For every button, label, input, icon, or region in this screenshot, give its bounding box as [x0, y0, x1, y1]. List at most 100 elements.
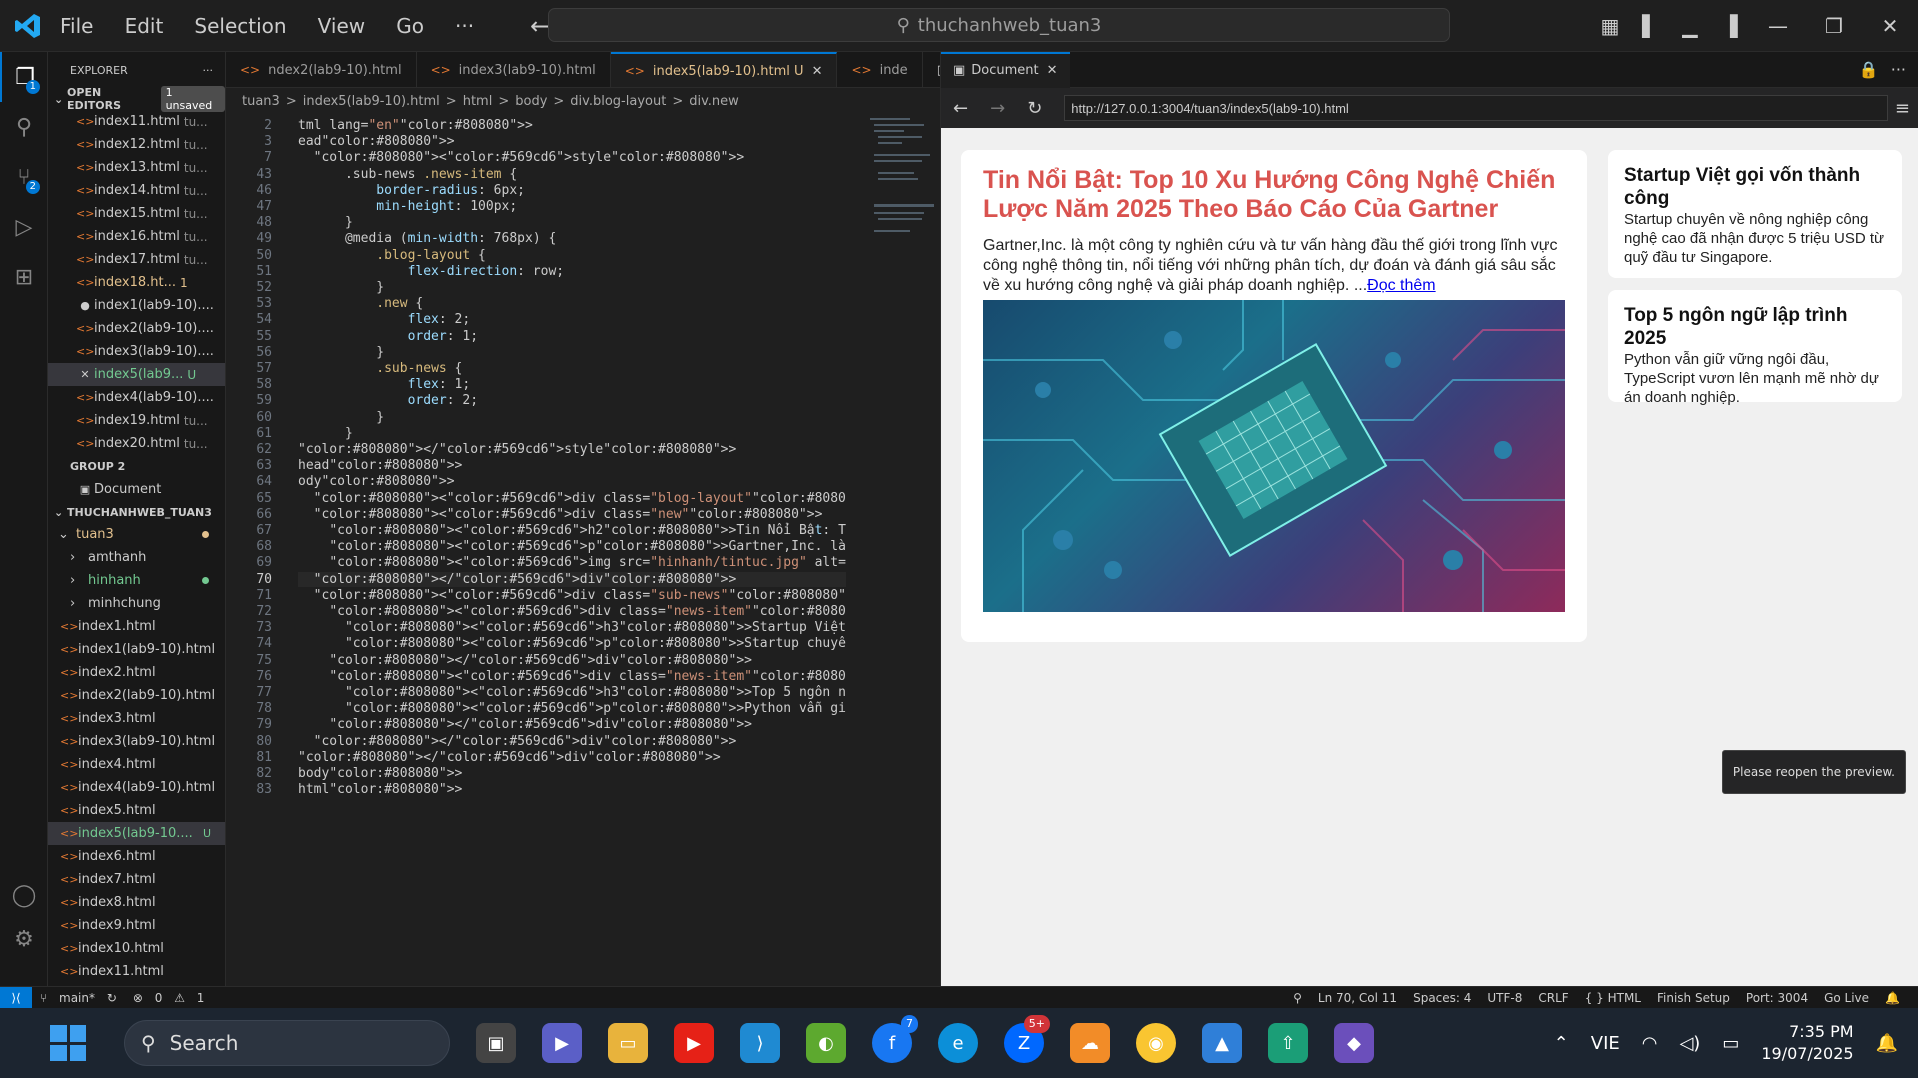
code-line[interactable]: tml lang="en""color:#808080">> [298, 118, 533, 133]
file-item[interactable]: <> index11.html [48, 960, 225, 983]
code-line[interactable]: "color:#808080"><"color:#569cd6">p"color… [298, 701, 846, 716]
minimap[interactable] [866, 114, 936, 274]
minimize-icon[interactable]: — [1750, 14, 1806, 38]
code-line[interactable]: "color:#808080"><"color:#569cd6">p"color… [298, 636, 846, 651]
code-line[interactable]: .sub-news .news-item { [298, 167, 517, 182]
code-line[interactable]: "color:#808080"><"color:#569cd6">p"color… [298, 539, 846, 554]
back-icon[interactable]: ← [953, 98, 968, 119]
code-line[interactable]: .sub-news { [298, 361, 462, 376]
file-item[interactable]: <> index3.html [48, 707, 225, 730]
menu-icon[interactable]: ≡ [1895, 98, 1910, 119]
group-2-document[interactable]: ▣ Document [48, 478, 225, 501]
file-item[interactable]: <> index8.html [48, 891, 225, 914]
search-view-icon[interactable]: ⚲ [0, 102, 48, 152]
code-line[interactable]: } [298, 215, 353, 230]
file-item[interactable]: <> index4(lab9-10).html [48, 776, 225, 799]
code-line[interactable]: flex: 1; [298, 377, 471, 392]
vscode-taskbar-icon[interactable]: ⟩ [740, 1023, 780, 1063]
toggle-panel-icon[interactable]: ▁ [1670, 14, 1710, 38]
gem-app-icon[interactable]: ◆ [1334, 1023, 1374, 1063]
zoom-icon[interactable]: ⚲ [1293, 991, 1302, 1005]
file-item[interactable]: <> index2(lab9-10).html [48, 684, 225, 707]
code-line[interactable]: order: 1; [298, 329, 478, 344]
problems-status[interactable]: ⊗ 0 ⚠ 1 [133, 991, 213, 1005]
code-line[interactable]: "color:#808080"></"color:#569cd6">style"… [298, 442, 736, 457]
command-center-search[interactable]: ⚲ thuchanhweb_tuan3 [548, 8, 1450, 42]
code-line[interactable]: "color:#808080"><"color:#569cd6">div cla… [298, 669, 846, 684]
menu-selection[interactable]: Selection [194, 14, 286, 38]
forward-icon[interactable]: → [990, 98, 1005, 119]
code-line[interactable]: order: 2; [298, 393, 478, 408]
volume-icon[interactable]: ◁) [1679, 1033, 1700, 1054]
code-line[interactable]: "color:#808080"><"color:#569cd6">style"c… [298, 150, 745, 165]
code-line[interactable]: min-height: 100px; [298, 199, 517, 214]
open-editor-item[interactable]: <> index20.html tu... [48, 432, 225, 455]
code-line[interactable]: flex: 2; [298, 312, 471, 327]
settings-gear-icon[interactable]: ⚙ [0, 914, 48, 964]
source-control-icon[interactable]: ⑂ 2 [0, 152, 48, 202]
code-line[interactable]: .new { [298, 296, 423, 311]
tab-index2[interactable]: <> ndex2(lab9-10).html [226, 52, 417, 87]
code-line[interactable]: "color:#808080"></"color:#569cd6">div"co… [298, 750, 721, 765]
menu-edit[interactable]: Edit [125, 14, 164, 38]
menu-view[interactable]: View [318, 14, 365, 38]
file-item[interactable]: <> index9.html [48, 914, 225, 937]
preview-more-icon[interactable]: ··· [1891, 60, 1906, 79]
menu-file[interactable]: File [60, 14, 93, 38]
open-editor-item[interactable]: <> index12.html tu... [48, 133, 225, 156]
clock[interactable]: 7:35 PM 19/07/2025 [1761, 1021, 1853, 1065]
menu-go[interactable]: Go [396, 14, 424, 38]
teams-icon[interactable]: ▶ [542, 1023, 582, 1063]
code-line[interactable]: "color:#808080"></"color:#569cd6">div"co… [298, 717, 752, 732]
file-item[interactable]: <> index10.html [48, 937, 225, 960]
facebook-icon[interactable]: f7 [872, 1015, 918, 1063]
finish-setup[interactable]: Finish Setup [1657, 991, 1730, 1005]
open-editor-item-active[interactable]: ✕ index5(lab9... U [48, 363, 225, 386]
open-editor-item[interactable]: <> index18.ht... 1 [48, 271, 225, 294]
folder-item[interactable]: › minhchung [48, 592, 225, 615]
code-line[interactable]: head"color:#808080">> [298, 458, 462, 473]
code-line[interactable]: body"color:#808080">> [298, 766, 462, 781]
reload-icon[interactable]: ↻ [1027, 98, 1042, 119]
encoding[interactable]: UTF-8 [1487, 991, 1522, 1005]
open-editor-item[interactable]: <> index14.html tu... [48, 179, 225, 202]
wifi-icon[interactable]: ◠ [1642, 1033, 1658, 1054]
photos-icon[interactable]: ▲ [1202, 1023, 1242, 1063]
toggle-secondary-sidebar-icon[interactable]: ▐ [1710, 14, 1750, 38]
folder-item[interactable]: › amthanh [48, 546, 225, 569]
close-tab-icon[interactable]: ✕ [812, 64, 823, 79]
code-line[interactable]: "color:#808080"><"color:#569cd6">div cla… [298, 604, 846, 619]
file-item[interactable]: <> index1.html [48, 615, 225, 638]
code-line[interactable]: @media (min-width: 768px) { [298, 231, 556, 246]
tab-more[interactable]: <> inde [837, 52, 923, 87]
chrome-like-icon[interactable]: ◐ [806, 1023, 846, 1063]
folder-tuan3[interactable]: ⌄ tuan3 [48, 523, 225, 546]
file-item[interactable]: <> index4.html [48, 753, 225, 776]
file-item[interactable]: <> index3(lab9-10).html [48, 730, 225, 753]
close-window-icon[interactable]: ✕ [1862, 14, 1918, 38]
read-more-link[interactable]: Đọc thêm [1367, 277, 1435, 294]
code-line[interactable]: "color:#808080"></"color:#569cd6">div"co… [298, 653, 752, 668]
live-server-port[interactable]: Port: 3004 [1746, 991, 1808, 1005]
code-line[interactable]: html"color:#808080">> [298, 782, 462, 797]
account-icon[interactable]: ◯ [0, 870, 48, 920]
toggle-sidebar-icon[interactable]: ▌ [1630, 14, 1670, 38]
code-line[interactable]: ead"color:#808080">> [298, 134, 455, 149]
tab-index5-active[interactable]: <> index5(lab9-10).html U ✕ [610, 52, 838, 87]
code-line[interactable]: } [298, 426, 353, 441]
input-language[interactable]: VIE [1591, 1033, 1620, 1054]
close-tab-icon[interactable]: ✕ [1047, 63, 1058, 78]
windows-start-icon[interactable] [50, 1025, 86, 1061]
notifications-icon[interactable]: 🔔 [1885, 991, 1900, 1005]
battery-icon[interactable]: ▭ [1722, 1033, 1739, 1054]
code-line[interactable]: } [298, 345, 384, 360]
cloud-icon[interactable]: ☁ [1070, 1023, 1110, 1063]
code-line[interactable]: flex-direction: row; [298, 264, 565, 279]
open-editor-item[interactable]: <> index15.html tu... [48, 202, 225, 225]
open-editor-item[interactable]: <> index19.html tu... [48, 409, 225, 432]
task-view-icon[interactable]: ▣ [476, 1023, 516, 1063]
code-line[interactable]: "color:#808080"><"color:#569cd6">h3"colo… [298, 685, 846, 700]
show-hidden-icons[interactable]: ⌃ [1554, 1033, 1569, 1054]
code-line[interactable]: "color:#808080"><"color:#569cd6">div cla… [298, 491, 846, 506]
code-area[interactable]: 2 tml lang="en""color:#808080">> 3 ead"colo… [226, 114, 846, 986]
